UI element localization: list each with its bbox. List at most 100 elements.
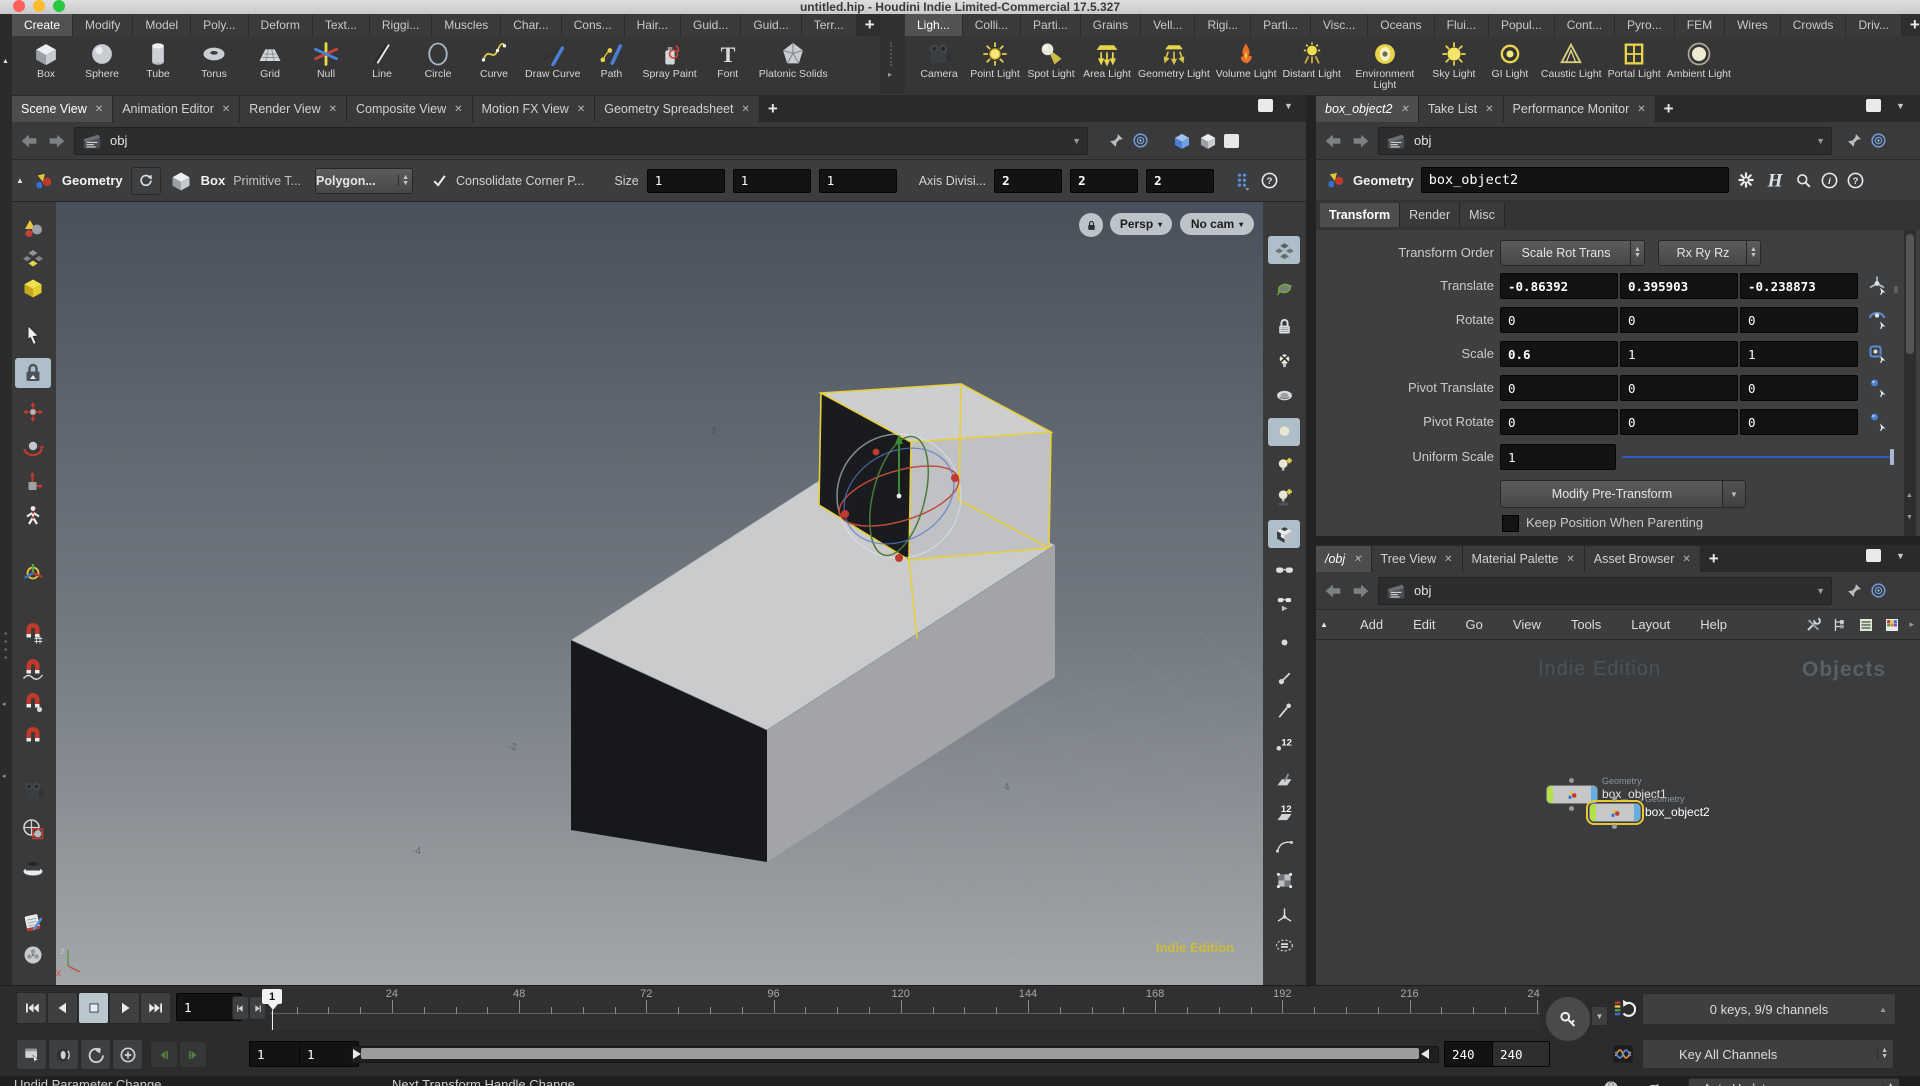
view-camera-button[interactable]: [15, 776, 51, 806]
high-quality-lighting-button[interactable]: [1268, 450, 1300, 478]
camera-select-button[interactable]: No cam▾: [1180, 213, 1254, 235]
follow-target-icon[interactable]: [1869, 581, 1888, 600]
perspective-view-button[interactable]: Persp▾: [1110, 213, 1172, 235]
global-end-field[interactable]: 240: [1492, 1041, 1550, 1067]
uniform-scale-slider[interactable]: [1622, 456, 1894, 458]
param-field-pivot-rotate-2[interactable]: 0: [1740, 409, 1858, 435]
parameter-pane-tab-0[interactable]: box_object2✕: [1316, 96, 1419, 122]
scroll-up-icon[interactable]: ▲: [1906, 492, 1913, 499]
shelf-tool-platonic-solids[interactable]: Platonic Solids: [756, 39, 831, 81]
network-node-box_object1[interactable]: [1546, 785, 1598, 804]
rotate-tool-button[interactable]: [15, 433, 51, 463]
minimize-window-button[interactable]: [33, 0, 45, 12]
param-field-rotate-1[interactable]: 0: [1620, 307, 1738, 333]
shelf-tool-torus[interactable]: Torus: [186, 39, 242, 81]
transform-order-dropdown[interactable]: Scale Rot Trans: [1500, 240, 1632, 266]
geometry-context-icon[interactable]: [32, 170, 54, 192]
param-field-translate-1[interactable]: 0.395903: [1620, 273, 1738, 299]
shelf-tab-left-2[interactable]: Model: [133, 14, 191, 36]
handles-tool-button[interactable]: [15, 558, 51, 588]
shelf-tool-environment-light[interactable]: Environment Light: [1344, 39, 1426, 92]
follow-target-icon[interactable]: [1131, 131, 1150, 150]
size-x-field[interactable]: 1: [647, 169, 725, 193]
shelf-tab-right-16[interactable]: Driv...: [1846, 14, 1901, 36]
shelf-tool-sphere[interactable]: Sphere: [74, 39, 130, 81]
pane-split-button[interactable]: [1866, 99, 1881, 112]
uniform-scale-field[interactable]: 1: [1500, 444, 1616, 470]
close-tab-icon[interactable]: ✕: [1682, 554, 1690, 565]
display-normals-button[interactable]: [1268, 901, 1300, 929]
rotate-order-dropdown[interactable]: Rx Ry Rz: [1658, 240, 1748, 266]
range-end-handle[interactable]: [1421, 1049, 1429, 1059]
scene-pane-tab-4[interactable]: Motion FX View✕: [473, 96, 596, 122]
view-lock-button[interactable]: [1268, 312, 1300, 340]
pin-icon[interactable]: [1846, 582, 1863, 599]
pane-split-button[interactable]: [1258, 99, 1273, 112]
close-tab-icon[interactable]: ✕: [1353, 554, 1361, 565]
network-menu-go[interactable]: Go: [1464, 617, 1485, 632]
gear-menu-icon[interactable]: [1736, 170, 1756, 190]
pin-icon[interactable]: [1108, 132, 1125, 149]
snap-curve-toggle[interactable]: [15, 654, 51, 684]
shelf-tab-right-12[interactable]: Pyro...: [1615, 14, 1675, 36]
forward-icon[interactable]: [1350, 580, 1372, 602]
primitives-mode-button[interactable]: [15, 273, 51, 303]
shelf-tab-left-5[interactable]: Text...: [313, 14, 370, 36]
display-point-numbers-button[interactable]: 12: [1268, 729, 1300, 757]
play-button[interactable]: [109, 992, 140, 1024]
info-icon[interactable]: i: [1820, 171, 1839, 190]
shelf-tool-ambient-light[interactable]: Ambient Light: [1664, 39, 1734, 81]
param-field-pivot-translate-1[interactable]: 0: [1620, 375, 1738, 401]
go-to-start-button[interactable]: [16, 992, 47, 1024]
close-tab-icon[interactable]: ✕: [741, 104, 749, 115]
shelf-tab-right-14[interactable]: Wires: [1725, 14, 1781, 36]
geometry-context-icon[interactable]: [1324, 169, 1346, 191]
scroll-down-icon[interactable]: ▼: [1906, 514, 1913, 521]
lens-view-button[interactable]: [15, 852, 51, 882]
keep-position-checkbox[interactable]: [1502, 515, 1519, 532]
shelf-tool-curve[interactable]: Curve: [466, 39, 522, 81]
node-output-connector[interactable]: [1569, 806, 1574, 811]
shelf-tab-left-7[interactable]: Muscles: [432, 14, 501, 36]
snap-grid-toggle[interactable]: [15, 618, 51, 648]
group-select-button[interactable]: [1268, 274, 1300, 302]
playback-start-field[interactable]: 1: [299, 1041, 359, 1067]
shelf-divider[interactable]: ▸: [880, 14, 905, 94]
shelf-tab-right-1[interactable]: Colli...: [963, 14, 1021, 36]
stow-left-arrow-icon[interactable]: ◂: [2, 772, 6, 780]
scale-tool-button[interactable]: [15, 467, 51, 497]
shelf-tab-left-8[interactable]: Char...: [501, 14, 561, 36]
shelf-tab-right-6[interactable]: Parti...: [1251, 14, 1311, 36]
shelf-tool-point-light[interactable]: Point Light: [967, 39, 1023, 81]
playback-range-slider[interactable]: [351, 1046, 1439, 1063]
close-tab-icon[interactable]: ✕: [1485, 104, 1493, 115]
path-chevron-icon[interactable]: ▼: [1072, 136, 1081, 146]
forward-icon[interactable]: [1350, 130, 1372, 152]
opbar-stow-icon[interactable]: ▲: [16, 176, 24, 185]
param-field-pivot-translate-2[interactable]: 0: [1740, 375, 1858, 401]
display-point-trails-button[interactable]: [1268, 697, 1300, 725]
display-point-normals-button[interactable]: [1268, 664, 1300, 692]
shelf-tool-distant-light[interactable]: Distant Light: [1280, 39, 1344, 81]
primitive-type-dropdown[interactable]: Polygon... ▲▼: [315, 168, 413, 194]
shelf-tool-spray-paint[interactable]: Spray Paint: [639, 39, 699, 81]
scene-pane-tab-3[interactable]: Composite View✕: [347, 96, 472, 122]
shelf-tool-grid[interactable]: Grid: [242, 39, 298, 81]
network-menu-view[interactable]: View: [1511, 617, 1543, 632]
play-backward-button[interactable]: [47, 992, 78, 1024]
parameter-dialog-icon[interactable]: [1232, 171, 1252, 191]
parameter-pane-tab-1[interactable]: Take List✕: [1419, 96, 1504, 122]
shelf-add-tab-button[interactable]: +: [857, 14, 883, 36]
display-prim-numbers-button[interactable]: 12: [1268, 799, 1300, 827]
shelf-more-icon[interactable]: ▸: [888, 70, 892, 79]
shelf-tool-spot-light[interactable]: Spot Light: [1023, 39, 1079, 81]
shelf-tool-path[interactable]: Path: [583, 39, 639, 81]
shelf-tool-portal-light[interactable]: Portal Light: [1605, 39, 1664, 81]
no-lighting-button[interactable]: [1268, 346, 1300, 374]
view-tool-button[interactable]: [15, 814, 51, 844]
network-pane-tab-2[interactable]: Material Palette✕: [1463, 546, 1585, 572]
shelf-tab-right-0[interactable]: Ligh...: [905, 14, 963, 36]
realtime-toggle-button[interactable]: [112, 1039, 143, 1070]
close-tab-icon[interactable]: ✕: [1566, 554, 1574, 565]
close-tab-icon[interactable]: ✕: [222, 104, 230, 115]
